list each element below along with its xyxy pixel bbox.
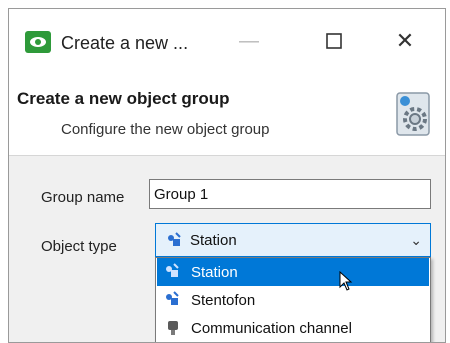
dropdown-option-station[interactable]: Station — [157, 258, 429, 286]
group-name-label: Group name — [41, 189, 125, 206]
stentofon-icon — [164, 291, 182, 314]
app-icon — [25, 31, 51, 53]
create-object-group-dialog: Create a new ... — ✕ Create a new object… — [8, 8, 446, 343]
header-subtitle: Configure the new object group — [61, 121, 270, 138]
dropdown-option-label: Communication channel — [191, 320, 352, 337]
station-icon — [164, 263, 182, 286]
chevron-down-icon[interactable]: ⌄ — [410, 232, 422, 249]
object-type-selected-value: Station — [190, 232, 237, 249]
maximize-icon[interactable] — [312, 23, 356, 59]
dropdown-option-communication-channel[interactable]: Communication channel — [157, 314, 429, 342]
dialog-header: Create a new object group Configure the … — [9, 73, 445, 156]
object-type-select[interactable]: Station ⌄ — [155, 223, 431, 257]
title-bar[interactable]: Create a new ... — ✕ — [9, 9, 445, 73]
dropdown-option-stentofon[interactable]: Stentofon — [157, 286, 429, 314]
communication-channel-icon — [164, 319, 182, 342]
group-name-input[interactable] — [149, 179, 431, 209]
dropdown-option-label: Stentofon — [191, 292, 256, 309]
object-type-dropdown-list: Station Stentofon Communication channel — [155, 257, 431, 342]
close-icon[interactable]: ✕ — [383, 23, 427, 59]
minimize-icon[interactable]: — — [227, 23, 271, 59]
station-icon — [166, 232, 184, 253]
settings-gear-icon — [393, 91, 433, 137]
object-type-label: Object type — [41, 238, 117, 255]
dropdown-option-label: Station — [191, 264, 238, 281]
window-title: Create a new ... — [61, 33, 189, 53]
mouse-cursor-icon — [339, 270, 353, 296]
header-title: Create a new object group — [17, 89, 230, 108]
